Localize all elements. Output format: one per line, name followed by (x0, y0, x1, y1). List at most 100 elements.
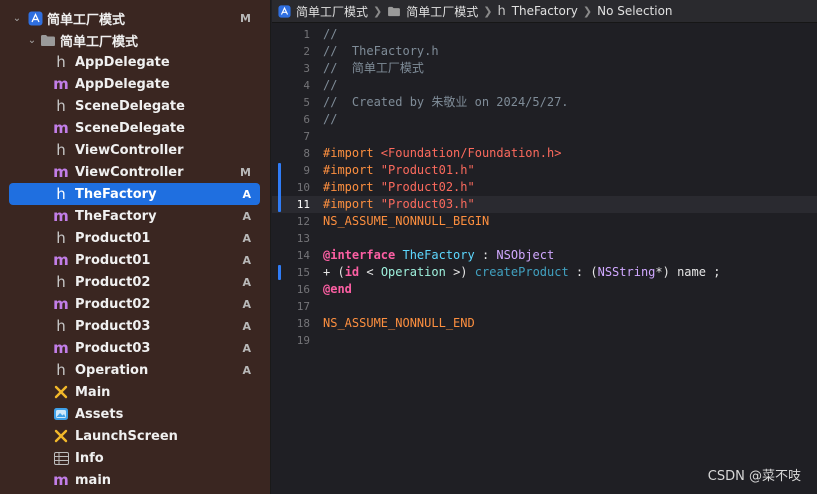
navigator-file-row[interactable]: h Product03 A (0, 315, 271, 337)
file-name: Product01 (75, 252, 151, 268)
navigator-file-row[interactable]: m Product03 A (0, 337, 271, 359)
chevron-right-icon: ❯ (373, 4, 383, 18)
code-token: *) name ; (655, 265, 721, 279)
navigator-file-row[interactable]: m Product02 A (0, 293, 271, 315)
source-change-indicator[interactable] (278, 265, 281, 280)
code-line[interactable]: 11 #import "Product03.h" (272, 196, 817, 213)
navigator-file-row[interactable]: m ViewController M (0, 161, 271, 183)
navigator-file-row[interactable]: m TheFactory A (0, 205, 271, 227)
navigator-project-row[interactable]: ⌄ 简单工厂模式 M (0, 7, 271, 29)
source-change-indicator[interactable] (278, 163, 281, 212)
status-badge: M (240, 165, 251, 179)
header-file-icon: h (56, 317, 66, 335)
navigator-file-row[interactable]: h Operation A (0, 359, 271, 381)
code-line[interactable]: 1 // (272, 26, 817, 43)
code-line[interactable]: 16 @end (272, 281, 817, 298)
code-token: NS_ASSUME_NONNULL_END (323, 316, 475, 330)
code-line[interactable]: 14 @interface TheFactory : NSObject (272, 247, 817, 264)
chevron-down-icon[interactable]: ⌄ (27, 35, 37, 46)
status-badge: A (242, 231, 251, 245)
navigator-file-row[interactable]: h SceneDelegate (0, 95, 271, 117)
header-file-icon: h (56, 53, 66, 71)
breadcrumb-file-label: TheFactory (511, 4, 578, 18)
code-token: // Created by 朱敬业 on 2024/5/27. (323, 95, 569, 109)
xcode-project-icon (27, 10, 43, 26)
navigator-file-row[interactable]: m Product01 A (0, 249, 271, 271)
navigator-file-row[interactable]: h Product02 A (0, 271, 271, 293)
file-name: Main (75, 384, 111, 400)
navigator-file-row[interactable]: Info (0, 447, 271, 469)
code-line[interactable]: 6 // (272, 111, 817, 128)
header-file-icon: h (56, 229, 66, 247)
file-name: ViewController (75, 164, 184, 180)
breadcrumb-project[interactable]: 简单工厂模式 (278, 3, 368, 20)
breadcrumb-group[interactable]: 简单工厂模式 (387, 3, 478, 20)
code-line[interactable]: 10 #import "Product02.h" (272, 179, 817, 196)
code-line[interactable]: 19 (272, 332, 817, 349)
implementation-file-icon: m (53, 207, 69, 225)
code-line[interactable]: 5 // Created by 朱敬业 on 2024/5/27. (272, 94, 817, 111)
folder-icon (40, 32, 56, 48)
chevron-right-icon: ❯ (483, 4, 493, 18)
header-file-icon: h (56, 273, 66, 291)
status-badge: A (242, 209, 251, 223)
navigator-file-row[interactable]: LaunchScreen (0, 425, 271, 447)
status-badge: A (242, 275, 251, 289)
line-number: 3 (303, 62, 310, 75)
code-line[interactable]: 9 #import "Product01.h" (272, 162, 817, 179)
breadcrumb-group-label: 简单工厂模式 (406, 4, 479, 19)
file-name: AppDelegate (75, 54, 170, 70)
code-token: >) (445, 265, 475, 279)
breadcrumb-selection[interactable]: No Selection (597, 4, 672, 18)
status-badge: A (242, 341, 251, 355)
code-line[interactable]: 3 // 简单工厂模式 (272, 60, 817, 77)
jump-bar: 简单工厂模式 ❯ 简单工厂模式 ❯ h TheFactory ❯ No Sele… (272, 0, 817, 23)
code-token: @interface (323, 248, 403, 262)
code-token: // (323, 78, 338, 92)
file-name: Product01 (75, 230, 151, 246)
property-list-icon (53, 450, 69, 466)
code-line[interactable]: 17 (272, 298, 817, 315)
breadcrumb-file[interactable]: h TheFactory (497, 4, 577, 19)
file-name: AppDelegate (75, 76, 170, 92)
line-number: 14 (296, 249, 310, 262)
code-text: NS_ASSUME_NONNULL_BEGIN (323, 213, 489, 230)
navigator-file-row[interactable]: Assets (0, 403, 271, 425)
code-line[interactable]: 4 // (272, 77, 817, 94)
navigator-file-row[interactable]: Main (0, 381, 271, 403)
implementation-file-icon: m (53, 163, 69, 181)
navigator-file-row[interactable]: m SceneDelegate (0, 117, 271, 139)
code-line[interactable]: 7 (272, 128, 817, 145)
file-name: Product02 (75, 274, 151, 290)
navigator-file-row[interactable]: h ViewController (0, 139, 271, 161)
chevron-down-icon[interactable]: ⌄ (12, 13, 22, 24)
code-token: #import (323, 180, 381, 194)
code-token: "Product02.h" (380, 180, 475, 194)
code-line[interactable]: 15 + (id < Operation >) createProduct : (… (272, 264, 817, 281)
line-number: 6 (303, 113, 310, 126)
code-line[interactable]: 13 (272, 230, 817, 247)
navigator-file-row[interactable]: m main (0, 469, 271, 491)
code-token: NS_ASSUME_NONNULL_BEGIN (323, 214, 490, 228)
file-name: TheFactory (75, 208, 157, 224)
navigator-group-row[interactable]: ⌄ 简单工厂模式 (0, 29, 271, 51)
navigator-file-row[interactable]: h AppDelegate (0, 51, 271, 73)
project-name: 简单工厂模式 (47, 12, 126, 28)
project-navigator: ⌄ 简单工厂模式 M ⌄ 简单工厂模式 h AppDelegate m AppDele… (0, 0, 271, 494)
code-line[interactable]: 12 NS_ASSUME_NONNULL_BEGIN (272, 213, 817, 230)
navigator-file-row[interactable]: h TheFactory A (0, 183, 271, 205)
line-number: 12 (296, 215, 310, 228)
navigator-file-row[interactable]: h Product01 A (0, 227, 271, 249)
source-editor[interactable]: 简单工厂模式 ❯ 简单工厂模式 ❯ h TheFactory ❯ No Sele… (272, 0, 817, 494)
header-file-icon: h (56, 97, 66, 115)
line-number: 16 (296, 283, 310, 296)
code-token: : ( (568, 265, 598, 279)
folder-icon (387, 6, 401, 17)
navigator-file-row[interactable]: m AppDelegate (0, 73, 271, 95)
line-number: 5 (303, 96, 310, 109)
code-line[interactable]: 2 // TheFactory.h (272, 43, 817, 60)
code-line[interactable]: 18 NS_ASSUME_NONNULL_END (272, 315, 817, 332)
code-text: #import "Product03.h" (323, 196, 475, 213)
code-text: #import "Product01.h" (323, 162, 475, 179)
code-line[interactable]: 8 #import <Foundation/Foundation.h> (272, 145, 817, 162)
